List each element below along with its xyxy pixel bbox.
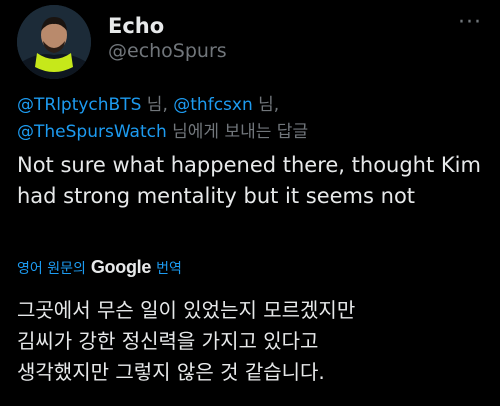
more-options-icon[interactable]: ··· <box>458 10 482 35</box>
translated-line: 생각했지만 그렇지 않은 것 같습니다. <box>17 360 325 384</box>
translated-text: 그곳에서 무슨 일이 있었는지 모르겠지만 김씨가 강한 정신력을 가지고 있다… <box>17 295 487 388</box>
reply-suffix: 님에게 보내는 답글 <box>166 122 309 142</box>
mention-separator: 님, <box>252 95 280 115</box>
translated-line: 김씨가 강한 정신력을 가지고 있다고 <box>17 329 319 353</box>
author-handle[interactable]: @echoSpurs <box>108 40 227 62</box>
translate-link[interactable]: 번역 <box>156 258 182 278</box>
reply-context: @TRlptychBTS 님, @thfcsxn 님, @TheSpursWat… <box>17 92 487 146</box>
google-logo: Google <box>90 257 152 277</box>
translated-line: 그곳에서 무슨 일이 있었는지 모르겠지만 <box>17 298 356 322</box>
mention-link[interactable]: @thfcsxn <box>173 95 252 115</box>
mention-separator: 님, <box>141 95 174 115</box>
avatar[interactable] <box>17 5 91 79</box>
author-name[interactable]: Echo <box>108 14 164 38</box>
translation-prefix: 영어 원문의 <box>17 260 86 277</box>
mention-link[interactable]: @TheSpursWatch <box>17 122 167 142</box>
tweet-text: Not sure what happened there, thought Ki… <box>17 153 481 208</box>
translation-bar: 영어 원문의 Google 번역 <box>17 257 182 278</box>
mention-link[interactable]: @TRlptychBTS <box>17 95 141 115</box>
